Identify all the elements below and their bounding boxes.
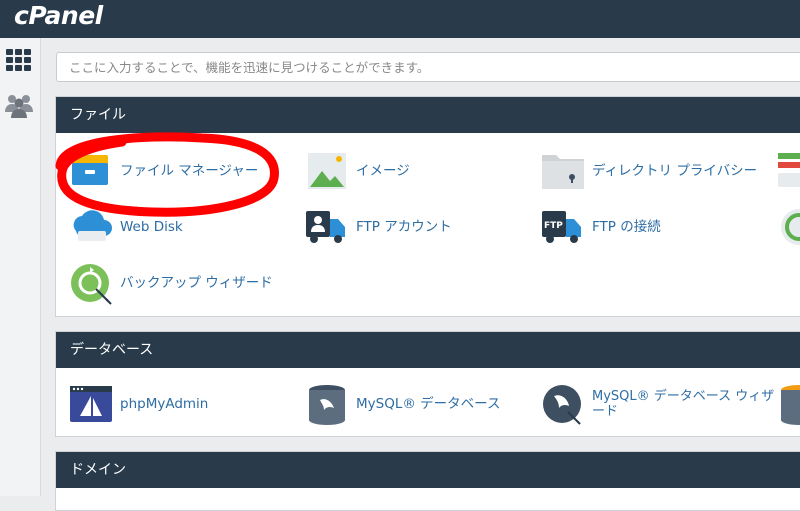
grid-icon[interactable] [4, 46, 34, 76]
remote-mysql-icon [776, 382, 800, 426]
databases-panel: データベース phpMyAdmin MySQL® データベース MySQL® デ… [55, 331, 800, 437]
mysql-databases-icon [304, 382, 350, 426]
highlight-annotation [55, 132, 279, 217]
search-box[interactable] [56, 52, 800, 82]
backup-wizard-label: バックアップ ウィザード [120, 274, 273, 291]
mysql-wizard-icon [540, 382, 586, 426]
backup-icon [776, 205, 800, 249]
web-disk-label: Web Disk [120, 218, 183, 235]
databases-panel-title[interactable]: データベース [56, 332, 800, 368]
ftp-connections-icon: FTP [540, 205, 586, 249]
ftp-accounts-icon [304, 205, 350, 249]
phpmyadmin-link[interactable]: phpMyAdmin [68, 382, 208, 426]
phpmyadmin-icon [68, 382, 114, 426]
search-input[interactable] [57, 53, 800, 81]
ftp-connections-label: FTP の接続 [592, 218, 661, 235]
mysql-wizard-label: MySQL® データベース ウィザ ード [592, 389, 774, 419]
svg-text:FTP: FTP [544, 221, 563, 231]
backup-wizard-icon [68, 261, 114, 305]
ftp-connections-link[interactable]: FTP FTP の接続 [540, 205, 661, 249]
phpmyadmin-label: phpMyAdmin [120, 395, 209, 412]
cpanel-logo[interactable]: cPanel [14, 1, 103, 30]
disk-usage-link[interactable] [776, 149, 800, 193]
directory-privacy-icon [540, 149, 586, 193]
mysql-wizard-label-line2: ード [592, 404, 619, 419]
ftp-accounts-label: FTP アカウント [356, 218, 452, 235]
domains-panel-title[interactable]: ドメイン [56, 452, 800, 488]
users-icon[interactable] [4, 90, 34, 120]
mysql-wizard-link[interactable]: MySQL® データベース ウィザ ード [540, 382, 774, 426]
images-link[interactable]: イメージ [304, 149, 410, 193]
directory-privacy-link[interactable]: ディレクトリ プライバシー [540, 149, 757, 193]
remote-mysql-link[interactable] [776, 382, 800, 426]
top-bar: cPanel [0, 0, 800, 38]
domains-panel: ドメイン [55, 451, 800, 511]
directory-privacy-label: ディレクトリ プライバシー [592, 162, 758, 179]
images-label: イメージ [356, 162, 410, 179]
disk-usage-icon [776, 149, 800, 193]
mysql-databases-label: MySQL® データベース [356, 395, 501, 412]
ftp-accounts-link[interactable]: FTP アカウント [304, 205, 452, 249]
mysql-databases-link[interactable]: MySQL® データベース [304, 382, 500, 426]
sidebar [0, 38, 41, 496]
mysql-wizard-label-line1: MySQL® データベース ウィザ [592, 389, 775, 404]
image-icon [304, 149, 350, 193]
backup-wizard-link[interactable]: バックアップ ウィザード [68, 261, 273, 305]
backup-link[interactable] [776, 205, 800, 249]
